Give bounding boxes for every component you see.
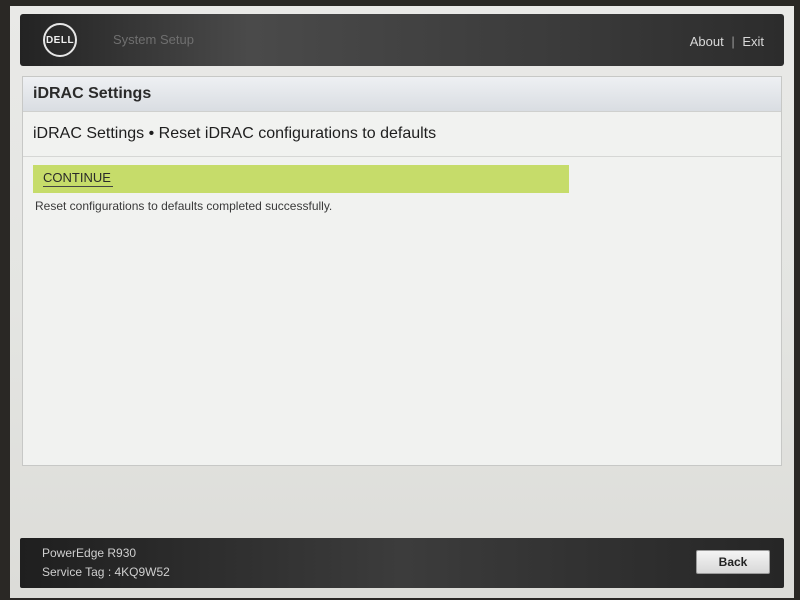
back-button[interactable]: Back — [696, 550, 770, 574]
top-links: About | Exit — [690, 34, 764, 49]
footer-bar: PowerEdge R930 Service Tag : 4KQ9W52 Bac… — [20, 538, 784, 588]
dell-logo-icon: DELL — [43, 23, 77, 57]
breadcrumb: iDRAC Settings • Reset iDRAC configurati… — [23, 112, 781, 157]
panel-title: iDRAC Settings — [23, 77, 781, 112]
status-message: Reset configurations to defaults complet… — [35, 199, 333, 213]
bios-screen: DELL System Setup About | Exit iDRAC Set… — [10, 6, 794, 598]
service-tag: Service Tag : 4KQ9W52 — [42, 565, 170, 579]
system-model: PowerEdge R930 — [42, 546, 137, 560]
app-title: System Setup — [113, 32, 194, 47]
about-link[interactable]: About — [690, 34, 724, 49]
exit-link[interactable]: Exit — [742, 34, 764, 49]
top-bar: DELL System Setup About | Exit — [20, 14, 784, 66]
main-panel: iDRAC Settings iDRAC Settings • Reset iD… — [22, 76, 782, 466]
link-separator: | — [731, 34, 735, 49]
continue-button[interactable]: CONTINUE — [43, 170, 113, 187]
continue-row[interactable]: CONTINUE — [33, 165, 569, 193]
